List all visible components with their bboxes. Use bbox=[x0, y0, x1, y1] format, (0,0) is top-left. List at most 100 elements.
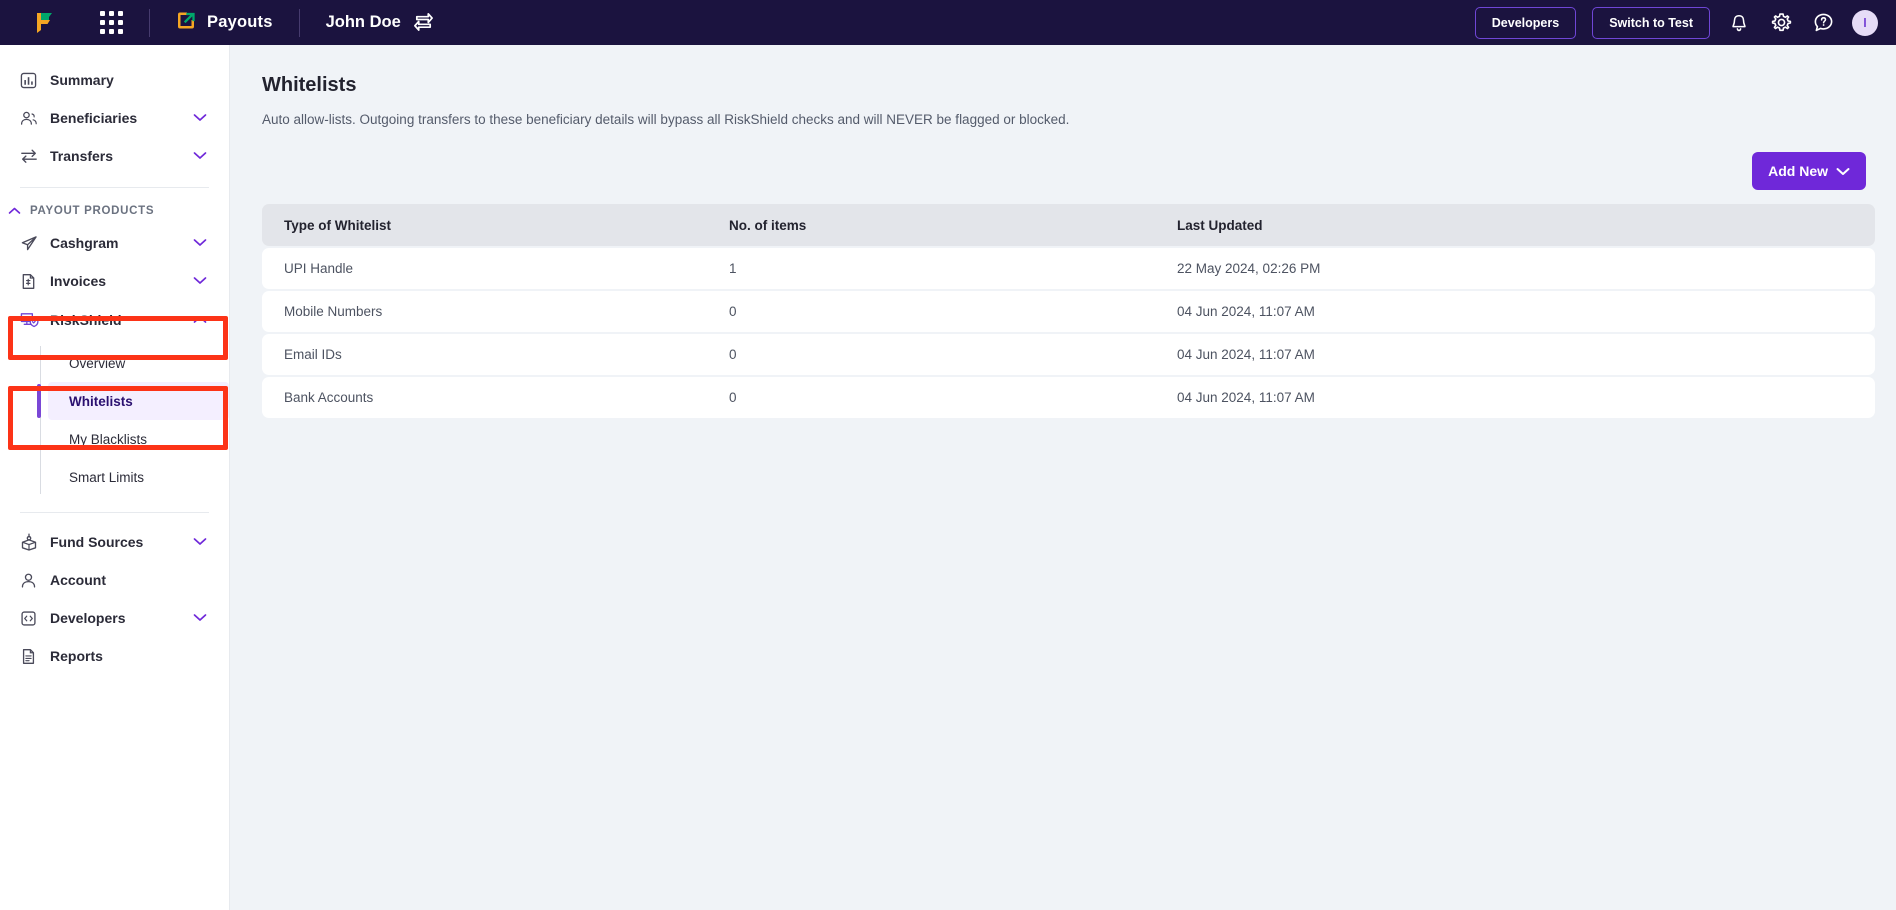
sidebar-item-label: Invoices bbox=[50, 273, 107, 289]
table-row[interactable]: Mobile Numbers 0 04 Jun 2024, 11:07 AM bbox=[262, 291, 1875, 332]
sidebar-item-transfers[interactable]: Transfers bbox=[0, 137, 229, 175]
account-name: John Doe bbox=[325, 13, 401, 31]
sidebar-item-account[interactable]: Account bbox=[0, 561, 229, 599]
apps-grid-icon[interactable] bbox=[100, 11, 123, 34]
grid-dot bbox=[109, 29, 114, 34]
sidebar: Summary Beneficiaries Transfers PAYOUT P… bbox=[0, 45, 230, 910]
chart-bar-icon bbox=[20, 70, 42, 90]
product-switcher[interactable]: Payouts bbox=[176, 10, 273, 36]
sidebar-item-overview[interactable]: Overview bbox=[48, 344, 229, 382]
table-row[interactable]: UPI Handle 1 22 May 2024, 02:26 PM bbox=[262, 248, 1875, 289]
sidebar-item-label: RiskShield bbox=[50, 312, 122, 328]
cell-count: 0 bbox=[729, 390, 737, 405]
fund-source-icon bbox=[20, 532, 42, 552]
chevron-down-icon[interactable] bbox=[193, 147, 207, 165]
sidebar-item-whitelists[interactable]: Whitelists bbox=[37, 382, 229, 420]
account-switcher[interactable]: John Doe bbox=[326, 10, 434, 36]
payouts-icon bbox=[176, 10, 197, 36]
cell-type: Bank Accounts bbox=[284, 390, 374, 405]
sidebar-subitem-label: My Blacklists bbox=[69, 431, 148, 447]
grid-dot bbox=[100, 29, 105, 34]
report-doc-icon bbox=[20, 646, 42, 666]
settings-gear-icon[interactable] bbox=[1768, 10, 1794, 36]
add-new-label: Add New bbox=[1768, 163, 1828, 179]
paper-plane-icon bbox=[20, 233, 42, 253]
transfer-arrows-icon bbox=[20, 146, 42, 166]
sidebar-divider bbox=[20, 512, 209, 513]
grid-dot bbox=[109, 11, 114, 16]
cell-updated: 04 Jun 2024, 11:07 AM bbox=[1177, 304, 1315, 319]
riskshield-submenu: Overview Whitelists My Blacklists Smart … bbox=[0, 344, 229, 496]
switch-account-icon[interactable] bbox=[413, 10, 434, 36]
sidebar-item-label: Cashgram bbox=[50, 235, 119, 251]
sidebar-subitem-label: Overview bbox=[69, 355, 126, 371]
grid-dot bbox=[118, 29, 123, 34]
grid-dot bbox=[118, 11, 123, 16]
sidebar-subitem-label: Smart Limits bbox=[69, 469, 145, 485]
sidebar-item-reports[interactable]: Reports bbox=[0, 637, 229, 675]
chevron-down-icon[interactable] bbox=[193, 609, 207, 627]
table-row[interactable]: Email IDs 0 04 Jun 2024, 11:07 AM bbox=[262, 334, 1875, 375]
developers-button[interactable]: Developers bbox=[1474, 6, 1577, 39]
cell-updated: 22 May 2024, 02:26 PM bbox=[1177, 261, 1321, 276]
riskshield-shield-icon bbox=[20, 310, 42, 330]
sidebar-subitem-label: Whitelists bbox=[69, 393, 133, 409]
add-new-button[interactable]: Add New bbox=[1752, 152, 1866, 190]
sidebar-item-riskshield[interactable]: RiskShield bbox=[0, 300, 229, 340]
person-icon bbox=[20, 570, 42, 590]
main-content: Whitelists Auto allow-lists. Outgoing tr… bbox=[230, 45, 1896, 910]
sidebar-item-label: Reports bbox=[50, 648, 103, 664]
chevron-down-icon[interactable] bbox=[193, 234, 207, 252]
chevron-down-icon bbox=[1836, 163, 1850, 179]
people-icon bbox=[20, 108, 42, 128]
cashfree-logo-icon[interactable] bbox=[20, 10, 66, 36]
chevron-down-icon[interactable] bbox=[193, 272, 207, 290]
grid-dot bbox=[100, 20, 105, 25]
page-description: Auto allow-lists. Outgoing transfers to … bbox=[262, 112, 1070, 127]
chevron-up-icon[interactable] bbox=[4, 207, 24, 215]
chevron-down-icon[interactable] bbox=[193, 109, 207, 127]
chevron-up-icon[interactable] bbox=[193, 311, 207, 329]
code-brackets-icon bbox=[20, 608, 42, 628]
sidebar-item-summary[interactable]: Summary bbox=[0, 61, 229, 99]
whitelists-table: Type of Whitelist No. of items Last Upda… bbox=[230, 190, 1896, 418]
grid-dot bbox=[118, 20, 123, 25]
invoice-doc-icon bbox=[20, 271, 42, 291]
grid-dot bbox=[109, 20, 114, 25]
topbar-divider bbox=[149, 8, 150, 37]
cell-type: Email IDs bbox=[284, 347, 342, 362]
sidebar-item-smart-limits[interactable]: Smart Limits bbox=[48, 458, 229, 496]
sidebar-item-cashgram[interactable]: Cashgram bbox=[0, 224, 229, 262]
sidebar-item-fund-sources[interactable]: Fund Sources bbox=[0, 523, 229, 561]
sidebar-section-label: PAYOUT PRODUCTS bbox=[30, 205, 155, 217]
cell-type: UPI Handle bbox=[284, 261, 354, 276]
column-header-type: Type of Whitelist bbox=[284, 217, 391, 233]
help-question-icon[interactable] bbox=[1810, 10, 1836, 36]
sidebar-item-label: Fund Sources bbox=[50, 534, 144, 550]
sidebar-divider bbox=[20, 187, 209, 188]
sidebar-item-invoices[interactable]: Invoices bbox=[0, 262, 229, 300]
cell-count: 0 bbox=[729, 304, 737, 319]
sidebar-item-label: Summary bbox=[50, 72, 114, 88]
sidebar-item-beneficiaries[interactable]: Beneficiaries bbox=[0, 99, 229, 137]
sidebar-section-payout-products[interactable]: PAYOUT PRODUCTS bbox=[0, 198, 229, 224]
table-header-row: Type of Whitelist No. of items Last Upda… bbox=[262, 204, 1875, 246]
top-navigation-bar: Payouts John Doe Developers Switch to Te… bbox=[0, 0, 1896, 45]
cell-updated: 04 Jun 2024, 11:07 AM bbox=[1177, 390, 1315, 405]
cell-count: 1 bbox=[729, 261, 737, 276]
column-header-updated: Last Updated bbox=[1177, 217, 1263, 233]
avatar[interactable]: I bbox=[1852, 9, 1878, 36]
switch-to-test-button[interactable]: Switch to Test bbox=[1592, 6, 1710, 39]
notification-bell-icon[interactable] bbox=[1726, 10, 1752, 36]
topbar-actions: Developers Switch to Test I bbox=[1474, 6, 1896, 39]
page-title: Whitelists bbox=[262, 74, 357, 96]
sidebar-item-developers[interactable]: Developers bbox=[0, 599, 229, 637]
grid-dot bbox=[100, 11, 105, 16]
chevron-down-icon[interactable] bbox=[193, 533, 207, 551]
sidebar-item-label: Account bbox=[50, 572, 106, 588]
cell-count: 0 bbox=[729, 347, 737, 362]
action-row: Add New bbox=[230, 127, 1896, 190]
sidebar-item-my-blacklists[interactable]: My Blacklists bbox=[48, 420, 229, 458]
table-row[interactable]: Bank Accounts 0 04 Jun 2024, 11:07 AM bbox=[262, 377, 1875, 418]
sidebar-item-label: Transfers bbox=[50, 148, 114, 164]
